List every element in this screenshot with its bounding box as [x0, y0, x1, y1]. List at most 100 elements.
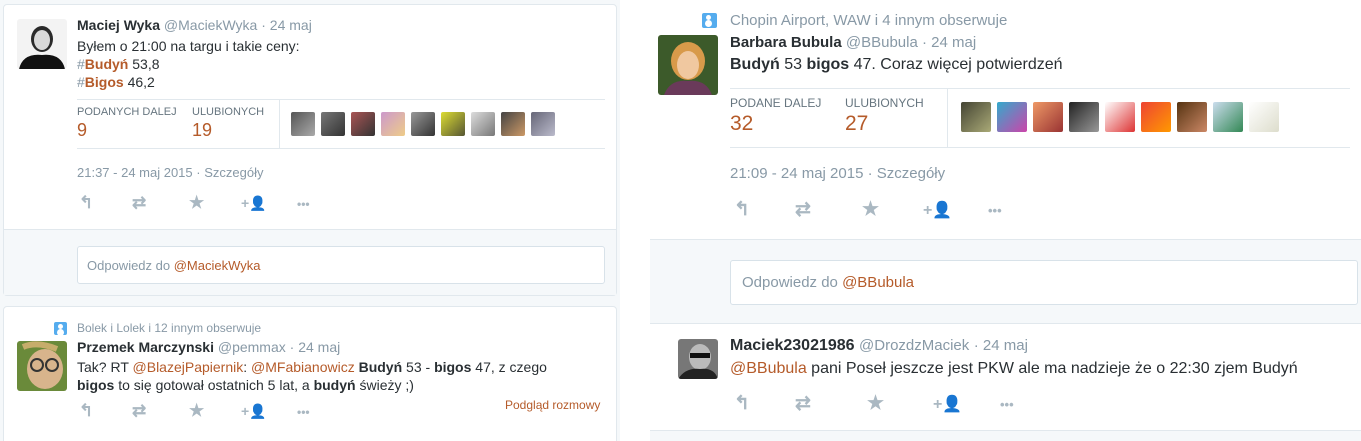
author-name[interactable]: Przemek Marczynski	[77, 339, 214, 355]
tweet-timestamp[interactable]: 21:37 - 24 maj 2015	[77, 165, 193, 180]
conversation-link[interactable]: Podgląd rozmowy	[505, 398, 600, 412]
hashtag-budyn[interactable]: Budyń	[85, 56, 129, 72]
mention-link[interactable]: @BlazejPapiernik	[133, 359, 244, 375]
favorite-icon[interactable]: ★	[867, 392, 884, 415]
favoriter-avatar[interactable]	[531, 112, 555, 136]
tweet-card-maciej: Maciej Wyka @MaciekWyka · 24 maj Byłem o…	[3, 4, 617, 296]
more-icon[interactable]: •••	[988, 203, 1002, 218]
reply-prefix: Odpowiedz do	[87, 258, 174, 273]
mention-link[interactable]: @BBubula	[730, 360, 807, 377]
follow-context[interactable]: Chopin Airport, WAW i 4 innym obserwuje	[730, 12, 1007, 29]
stat-divider	[947, 89, 948, 147]
follow-icon[interactable]: +👤	[923, 200, 952, 220]
avatar-przemek-image	[17, 341, 67, 391]
retweets-count: 32	[730, 112, 754, 135]
text-part: świeży ;)	[355, 377, 414, 393]
tweet-date[interactable]: · 24 maj	[290, 339, 341, 355]
favoriter-avatar[interactable]	[351, 112, 375, 136]
author-handle[interactable]: @DrozdzMaciek	[859, 337, 969, 354]
text-part: 47. Coraz więcej potwierdzeń	[849, 56, 1063, 73]
retweets-label: PODANE DALEJ	[730, 96, 822, 110]
favoriter-avatar[interactable]	[381, 112, 405, 136]
highlight-word: bigos	[806, 56, 850, 73]
details-link[interactable]: · Szczegóły	[868, 165, 946, 182]
favoriter-avatar[interactable]	[1105, 102, 1135, 132]
tweet-card-przemek: Bolek i Lolek i 12 innym obserwuje Przem…	[3, 306, 617, 441]
author-name[interactable]: Barbara Bubula	[730, 34, 842, 51]
more-icon[interactable]: •••	[1000, 397, 1014, 412]
divider	[730, 147, 1350, 148]
tweet-line-2: #Budyń 53,8	[77, 55, 300, 73]
author-handle[interactable]: @pemmax	[218, 339, 286, 355]
tweet-text: @BBubula pani Poseł jeszcze jest PKW ale…	[730, 360, 1298, 378]
retweets-stat[interactable]: PODANE DALEJ 32	[730, 96, 821, 136]
favoriter-avatar[interactable]	[471, 112, 495, 136]
favorite-icon[interactable]: ★	[189, 401, 204, 421]
avatar-przemek[interactable]	[17, 341, 67, 391]
reply-icon[interactable]: ↰	[734, 198, 750, 221]
reply-input[interactable]: Odpowiedz do @MaciekWyka	[77, 246, 605, 284]
highlight-word: Budyń	[730, 56, 780, 73]
retweet-icon[interactable]: ⇄	[795, 198, 811, 221]
details-link[interactable]: · Szczegóły	[196, 165, 263, 180]
retweet-icon[interactable]: ⇄	[132, 401, 146, 421]
follow-icon[interactable]: +👤	[241, 195, 267, 212]
more-icon[interactable]: •••	[297, 197, 310, 211]
follow-icon[interactable]: +👤	[241, 403, 267, 420]
tweet-card-barbara: Chopin Airport, WAW i 4 innym obserwuje …	[650, 0, 1361, 240]
reply-input[interactable]: Odpowiedz do @BBubula	[730, 260, 1358, 305]
tweet-timestamp[interactable]: 21:09 - 24 maj 2015	[730, 165, 863, 182]
reply-mention: @MaciekWyka	[173, 258, 261, 273]
author-handle[interactable]: @MaciekWyka	[164, 17, 257, 33]
favoriter-avatar[interactable]	[1069, 102, 1099, 132]
avatar-maciek[interactable]	[678, 339, 718, 379]
reply-icon[interactable]: ↰	[79, 193, 93, 213]
text-part: to się gotował ostatnich 5 lat, a	[114, 377, 314, 393]
text-part: Tak? RT	[77, 359, 133, 375]
reply-mention: @BBubula	[842, 274, 915, 291]
right-timeline: Chopin Airport, WAW i 4 innym obserwuje …	[650, 0, 1361, 441]
highlight-word: Budyń	[358, 359, 403, 375]
favoriter-avatar[interactable]	[501, 112, 525, 136]
favorite-icon[interactable]: ★	[862, 198, 879, 221]
tweet-timestamp-row: 21:09 - 24 maj 2015 · Szczegóły	[730, 165, 945, 182]
stat-divider	[279, 100, 280, 148]
follow-context[interactable]: Bolek i Lolek i 12 innym obserwuje	[77, 321, 261, 335]
more-icon[interactable]: •••	[297, 405, 310, 419]
retweet-icon[interactable]: ⇄	[132, 193, 146, 213]
highlight-word: bigos	[77, 377, 115, 393]
hashtag-bigos[interactable]: Bigos	[85, 74, 124, 90]
favoriter-avatar[interactable]	[1177, 102, 1207, 132]
retweets-stat[interactable]: PODANYCH DALEJ 9	[77, 106, 177, 141]
favorites-stat[interactable]: ULUBIONYCH 19	[192, 106, 264, 141]
favoriter-avatar[interactable]	[321, 112, 345, 136]
favoriter-avatar[interactable]	[411, 112, 435, 136]
tweet-date[interactable]: · 24 maj	[261, 17, 312, 33]
text-part: 53 -	[402, 359, 435, 375]
author-handle[interactable]: @BBubula	[846, 34, 918, 51]
avatar-maciej[interactable]	[17, 19, 67, 69]
follow-icon[interactable]: +👤	[933, 394, 962, 414]
retweet-icon[interactable]: ⇄	[795, 392, 811, 415]
tweet-date[interactable]: · 24 maj	[922, 34, 976, 51]
avatar-barbara[interactable]	[658, 35, 718, 95]
favoriter-avatar[interactable]	[291, 112, 315, 136]
divider	[730, 88, 1350, 89]
favoriter-avatar[interactable]	[1249, 102, 1279, 132]
favoriter-avatar[interactable]	[997, 102, 1027, 132]
favoriter-avatar[interactable]	[441, 112, 465, 136]
author-name[interactable]: Maciek23021986	[730, 337, 855, 354]
favoriter-avatar[interactable]	[961, 102, 991, 132]
reply-icon[interactable]: ↰	[79, 401, 93, 421]
favoriter-avatar[interactable]	[1033, 102, 1063, 132]
reply-icon[interactable]: ↰	[734, 392, 750, 415]
favoriter-avatar[interactable]	[1141, 102, 1171, 132]
favorite-icon[interactable]: ★	[189, 193, 204, 213]
mention-link[interactable]: @MFabianowicz	[251, 359, 355, 375]
reply-prefix: Odpowiedz do	[742, 274, 843, 291]
favorites-label: ULUBIONYCH	[192, 106, 265, 118]
author-name[interactable]: Maciej Wyka	[77, 17, 160, 33]
favoriter-avatar[interactable]	[1213, 102, 1243, 132]
favorites-stat[interactable]: ULUBIONYCH 27	[845, 96, 924, 136]
tweet-date[interactable]: · 24 maj	[974, 337, 1028, 354]
